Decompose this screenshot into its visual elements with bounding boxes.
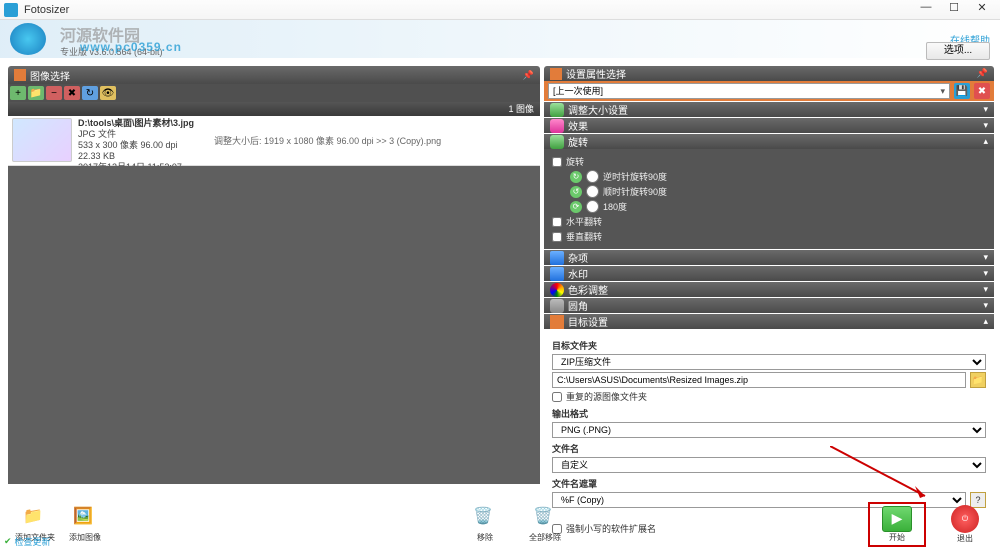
color-label: 色彩调整 bbox=[568, 282, 608, 297]
remove-icon[interactable]: − bbox=[46, 86, 62, 100]
clear-icon[interactable]: ✖ bbox=[64, 86, 80, 100]
add-images-label: 添加图像 bbox=[69, 532, 101, 543]
format-dropdown[interactable]: PNG (.PNG) bbox=[552, 422, 986, 438]
effects-label: 效果 bbox=[568, 118, 588, 133]
status-bar[interactable]: ✔ 检查更新 bbox=[0, 534, 55, 548]
remove-label: 移除 bbox=[477, 532, 493, 543]
remove-all-icon: 🗑️ bbox=[533, 506, 557, 530]
fliph-label: 水平翻转 bbox=[566, 215, 602, 228]
filename-label: 文件名 bbox=[552, 442, 986, 455]
remove-all-button[interactable]: 🗑️ 全部移除 bbox=[520, 506, 570, 543]
exit-label: 退出 bbox=[957, 533, 973, 544]
rotate-180-label: 180度 bbox=[603, 200, 627, 213]
window-title: Fotosizer bbox=[24, 4, 912, 16]
overwrite-label: 重复的源图像文件夹 bbox=[566, 390, 647, 403]
close-button[interactable]: ✕ bbox=[968, 1, 996, 19]
image-list-item[interactable]: D:\tools\桌面\图片素材\3.jpg JPG 文件 533 x 300 … bbox=[8, 116, 540, 166]
effects-section[interactable]: 效果▾ bbox=[544, 118, 994, 133]
corner-label: 圆角 bbox=[568, 298, 588, 313]
check-icon: ✔ bbox=[4, 536, 12, 547]
rotate-cw-icon: ↻ bbox=[570, 171, 582, 183]
add-icon[interactable]: + bbox=[10, 86, 26, 100]
rotate-180-radio[interactable] bbox=[586, 200, 599, 213]
image-path: D:\tools\桌面\图片素材\3.jpg bbox=[78, 118, 194, 129]
misc-label: 杂项 bbox=[568, 250, 588, 265]
rotate-90cw-radio[interactable] bbox=[586, 170, 599, 183]
target-folder-label: 目标文件夹 bbox=[552, 339, 986, 352]
remove-icon: 🗑️ bbox=[473, 506, 497, 530]
image-count: 1 图像 bbox=[8, 102, 540, 116]
logo-icon bbox=[10, 23, 46, 55]
watermark-label: 水印 bbox=[568, 266, 588, 281]
rotate-ccw-icon: ↺ bbox=[570, 186, 582, 198]
maximize-button[interactable]: ☐ bbox=[940, 1, 968, 19]
options-button[interactable]: 选项... bbox=[926, 42, 990, 60]
save-preset-icon[interactable]: 💾 bbox=[954, 83, 970, 99]
flipv-label: 垂直翻转 bbox=[566, 230, 602, 243]
filename-dropdown[interactable]: 自定义 bbox=[552, 457, 986, 473]
resize-label: 调整大小设置 bbox=[568, 102, 628, 117]
overwrite-checkbox[interactable] bbox=[552, 392, 562, 402]
rotate-label: 旋转 bbox=[568, 134, 588, 149]
watermark-url: www.pc0359.cn bbox=[80, 40, 182, 54]
rotate-180-icon: ⟳ bbox=[570, 201, 582, 213]
resize-section[interactable]: 调整大小设置▾ bbox=[544, 102, 994, 117]
start-button[interactable]: ▶ 开始 bbox=[872, 506, 922, 543]
remove-all-label: 全部移除 bbox=[529, 532, 561, 543]
flipv-checkbox[interactable] bbox=[552, 232, 562, 242]
format-label: 输出格式 bbox=[552, 407, 986, 420]
play-icon: ▶ bbox=[882, 506, 912, 532]
exit-button[interactable]: ⏻ 退出 bbox=[940, 505, 990, 544]
settings-title: 设置属性选择 bbox=[566, 66, 626, 81]
delete-preset-icon[interactable]: ✖ bbox=[974, 83, 990, 99]
image-select-header: 图像选择 📌 bbox=[8, 66, 540, 84]
start-highlight-box: ▶ 开始 bbox=[868, 502, 926, 547]
left-toolbar: + 📁 − ✖ ↻ 👁 bbox=[8, 84, 540, 102]
image-select-title: 图像选择 bbox=[30, 68, 70, 83]
pin-icon[interactable]: 📌 bbox=[523, 70, 534, 81]
target-label: 目标设置 bbox=[568, 314, 608, 329]
browse-folder-icon[interactable]: 📁 bbox=[970, 372, 986, 388]
rotate-90cw-label: 逆时针旋转90度 bbox=[603, 170, 667, 183]
rotate-90ccw-label: 顺时针旋转90度 bbox=[603, 185, 667, 198]
image-dims: 533 x 300 像素 96.00 dpi bbox=[78, 140, 194, 151]
target-section[interactable]: 目标设置▴ bbox=[544, 314, 994, 329]
watermark-section[interactable]: 水印▾ bbox=[544, 266, 994, 281]
preview-icon[interactable]: 👁 bbox=[100, 86, 116, 100]
corner-section[interactable]: 圆角▾ bbox=[544, 298, 994, 313]
preset-dropdown[interactable]: [上一次使用] bbox=[548, 83, 950, 99]
folder-plus-icon: 📁 bbox=[23, 506, 47, 530]
refresh-icon[interactable]: ↻ bbox=[82, 86, 98, 100]
fliph-checkbox[interactable] bbox=[552, 217, 562, 227]
target-type-dropdown[interactable]: ZIP压缩文件 bbox=[552, 354, 986, 370]
target-path-input[interactable] bbox=[552, 372, 966, 388]
settings-header: 设置属性选择 📌 bbox=[544, 66, 994, 81]
misc-section[interactable]: 杂项▾ bbox=[544, 250, 994, 265]
resize-info: 调整大小后: 1919 x 1080 像素 96.00 dpi >> 3 (Co… bbox=[214, 134, 441, 147]
add-images-button[interactable]: 🖼️ 添加图像 bbox=[60, 506, 110, 543]
image-size: 22.33 KB bbox=[78, 151, 194, 162]
rotate-90ccw-radio[interactable] bbox=[586, 185, 599, 198]
start-label: 开始 bbox=[889, 532, 905, 543]
app-icon bbox=[4, 3, 18, 17]
pin-icon[interactable]: 📌 bbox=[977, 68, 988, 79]
image-plus-icon: 🖼️ bbox=[73, 506, 97, 530]
status-text: 检查更新 bbox=[15, 535, 51, 548]
image-list-empty bbox=[8, 166, 540, 484]
add-folder-icon[interactable]: 📁 bbox=[28, 86, 44, 100]
thumbnail bbox=[12, 118, 72, 162]
rotate-section[interactable]: 旋转▴ bbox=[544, 134, 994, 149]
mask-label: 文件名遮罩 bbox=[552, 477, 986, 490]
color-section[interactable]: 色彩调整▾ bbox=[544, 282, 994, 297]
image-type: JPG 文件 bbox=[78, 129, 194, 140]
rotate-checkbox[interactable] bbox=[552, 157, 562, 167]
power-icon: ⏻ bbox=[951, 505, 979, 533]
minimize-button[interactable]: — bbox=[912, 1, 940, 19]
rotate-chk-label: 旋转 bbox=[566, 155, 584, 168]
remove-button[interactable]: 🗑️ 移除 bbox=[460, 506, 510, 543]
